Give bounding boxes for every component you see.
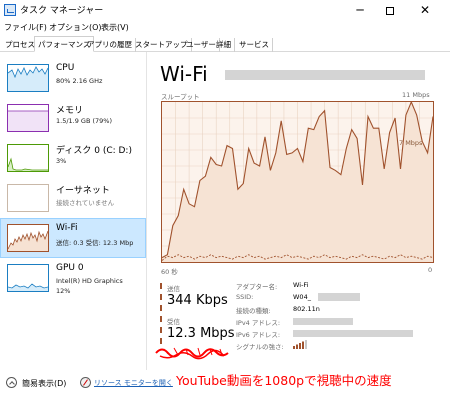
annotation-scribble [155,347,229,360]
maximize-icon [386,6,394,15]
wifi-label: Wi-Fi [56,223,78,233]
throughput-chart-svg [162,102,433,262]
chart-zero-label: 0 [428,266,433,274]
detail-label: 接続の種類: [236,307,271,315]
maximize-button[interactable] [375,0,405,20]
resource-monitor-icon [80,377,91,388]
send-stat: 送信 344 Kbps [160,283,230,313]
memory-label: メモリ [56,106,84,116]
menu-view[interactable]: 表示(V) [101,22,129,33]
window-title: タスク マネージャー [20,6,104,16]
detail-value: Wi-Fi [293,281,309,289]
wifi-detail: 送信: 0.3 受信: 12.3 Mbp [56,239,134,247]
detail-value: W04_ [293,293,311,301]
redacted-adapter-name [225,70,425,80]
sidebar-item-wifi[interactable]: Wi-Fi 送信: 0.3 受信: 12.3 Mbp [0,218,146,258]
gpu-label: GPU 0 [56,263,84,273]
menu-bar: ファイル(F) オプション(O) 表示(V) [0,20,450,34]
ethernet-detail: 接続されていません [56,199,115,207]
sidebar-item-memory[interactable]: メモリ 1.5/1.9 GB (79%) [0,98,146,138]
chart-time-label: 60 秒 [161,268,178,276]
sidebar-item-ethernet[interactable]: イーサネット 接続されていません [0,178,146,218]
menu-options[interactable]: オプション(O) [49,22,102,33]
receive-label: 受信 [167,318,180,326]
tab-details[interactable]: 詳細 [213,38,235,52]
task-manager-icon [4,4,16,16]
disk-thumbnail [7,144,49,172]
gpu-usage: 12% [56,287,71,295]
sidebar-item-gpu[interactable]: GPU 0 Intel(R) HD Graphics 12% [0,258,146,298]
redacted-ipv6 [293,330,413,337]
detail-label: シグナルの強さ: [236,343,284,351]
disk-label: ディスク 0 (C: D:) [56,146,132,156]
redacted-ipv4 [293,318,353,325]
detail-label: IPv4 アドレス: [236,319,281,327]
page-title: Wi-Fi [160,62,208,86]
cpu-thumbnail [7,64,49,92]
chart-mid-label: 7 Mbps [399,139,423,147]
wifi-thumbnail [7,224,49,252]
cpu-label: CPU [56,63,75,73]
tab-services[interactable]: サービス [236,38,273,52]
send-value: 344 Kbps [167,293,228,308]
menu-file[interactable]: ファイル(F) [4,22,47,33]
gpu-thumbnail [7,264,49,292]
memory-thumbnail [7,104,49,132]
signal-strength-icon [293,340,307,349]
minimize-button[interactable]: ─ [345,0,375,20]
sidebar-item-disk[interactable]: ディスク 0 (C: D:) 3% [0,138,146,178]
receive-value: 12.3 Mbps [167,326,235,341]
detail-label: アダプター名: [236,283,278,291]
title-bar: タスク マネージャー ─ ✕ [0,0,450,20]
open-resource-monitor-link[interactable]: リソース モニターを開く [94,378,173,388]
detail-value: 802.11n [293,305,320,313]
ethernet-label: イーサネット [56,186,110,196]
detail-label: IPv6 アドレス: [236,331,281,339]
redacted-ssid [318,293,360,301]
disk-detail: 3% [56,157,67,165]
resource-sidebar: CPU 80% 2.16 GHz メモリ 1.5/1.9 GB (79%) ディ… [0,52,147,370]
tab-app-history[interactable]: アプリの履歴 [84,38,136,52]
throughput-label: スループット [161,93,200,101]
tab-bar: プロセス パフォーマンス アプリの履歴 スタートアップ ユーザー 詳細 サービス [0,35,450,52]
chart-max-label: 11 Mbps [402,91,430,99]
send-legend-line [160,283,162,311]
detail-label: SSID: [236,293,254,301]
fewer-details-button[interactable]: 簡易表示(D) [22,378,66,389]
sidebar-item-cpu[interactable]: CPU 80% 2.16 GHz [0,58,146,98]
send-label: 送信 [167,285,180,293]
throughput-chart: 7 Mbps [161,101,434,263]
memory-detail: 1.5/1.9 GB (79%) [56,117,113,125]
annotation-caption: YouTube動画を1080pで視聴中の速度 [176,373,392,388]
cpu-detail: 80% 2.16 GHz [56,77,103,85]
gpu-detail: Intel(R) HD Graphics [56,277,123,285]
chevron-up-icon[interactable] [6,377,17,388]
ethernet-thumbnail [7,184,49,212]
close-button[interactable]: ✕ [410,0,440,20]
